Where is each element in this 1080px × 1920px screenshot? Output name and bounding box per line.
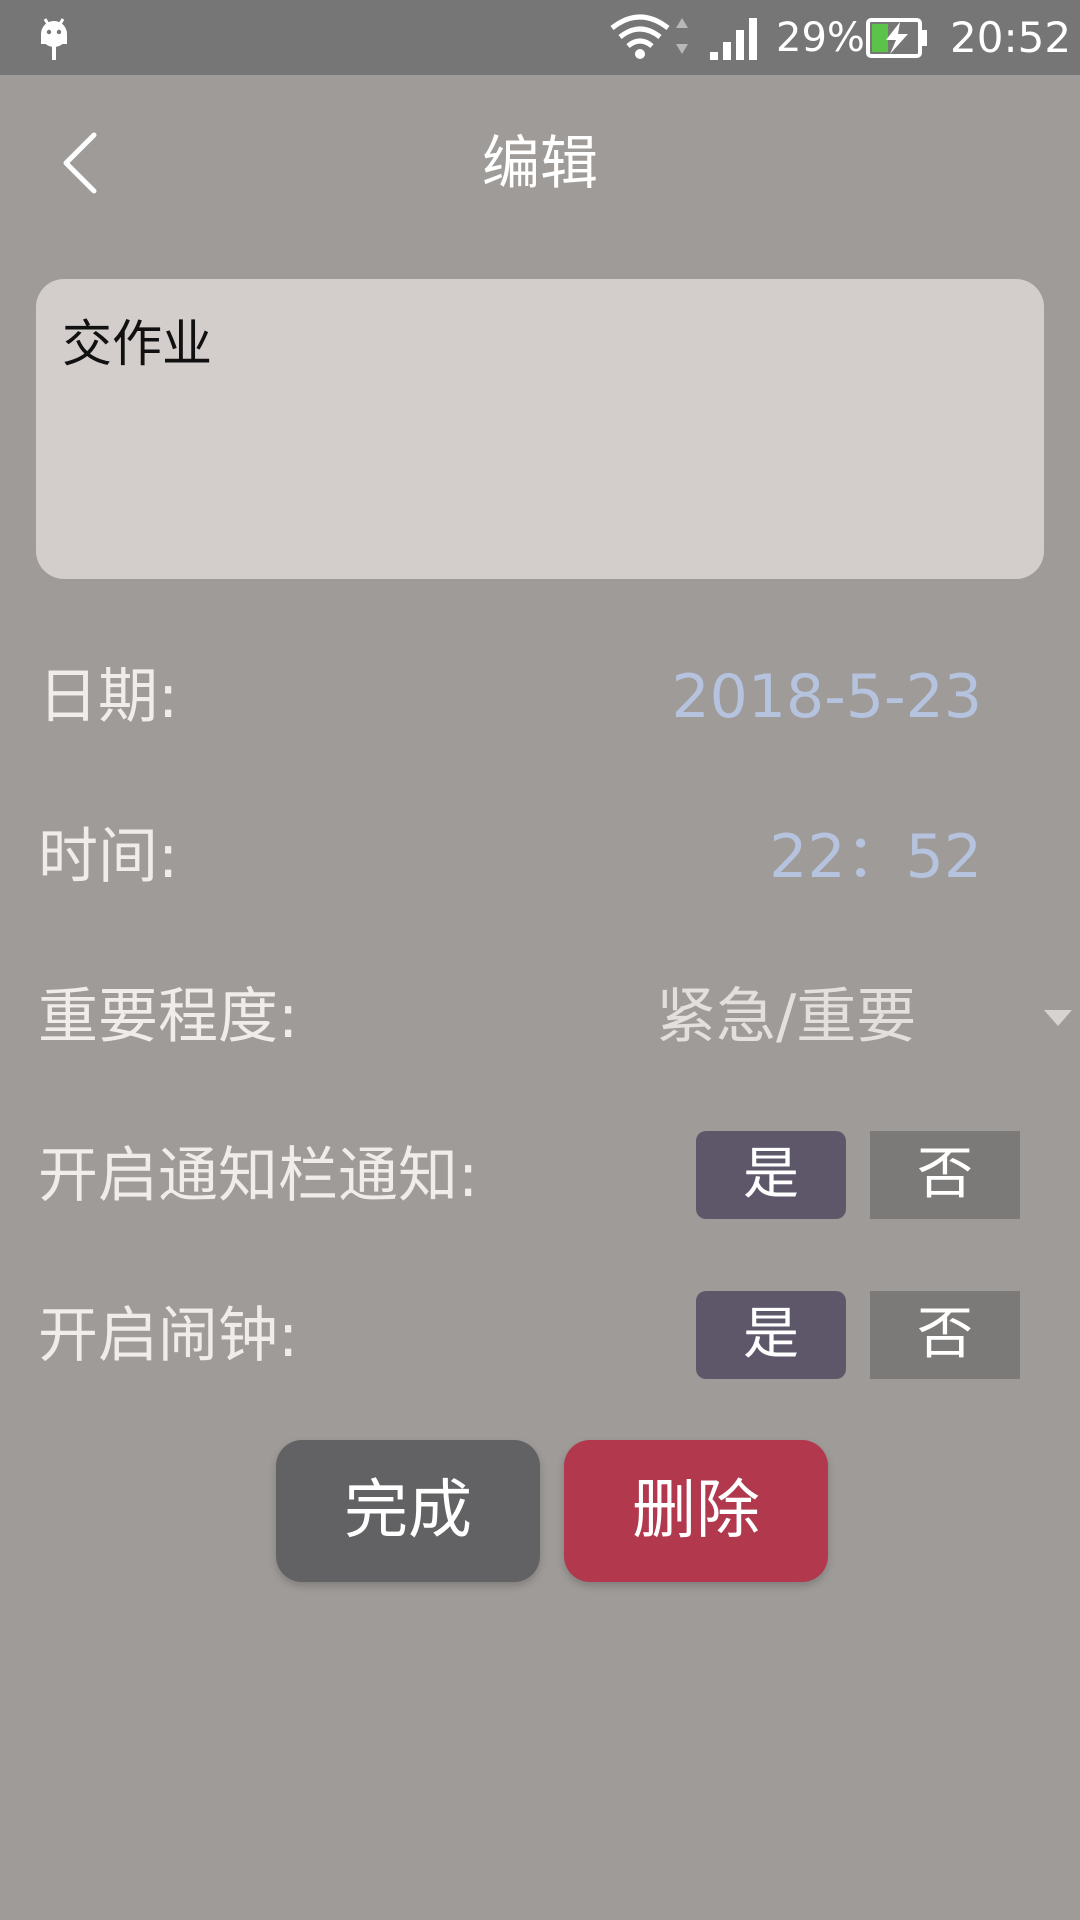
status-bar: 29% 20:52 — [0, 0, 1080, 75]
notify-yes-button[interactable]: 是 — [696, 1131, 846, 1219]
date-value[interactable]: 2018-5-23 — [671, 652, 982, 742]
time-label: 时间: — [38, 822, 179, 892]
priority-dropdown[interactable]: 紧急/重要 — [620, 972, 1072, 1062]
priority-row: 重要程度: 紧急/重要 — [38, 972, 1072, 1062]
alarm-row: 开启闹钟: 是 否 — [38, 1291, 1038, 1381]
dropdown-arrow-icon — [1044, 1010, 1072, 1026]
alarm-no-button[interactable]: 否 — [870, 1291, 1020, 1379]
notify-row: 开启通知栏通知: 是 否 — [38, 1131, 1038, 1221]
time-row: 时间: 22：52 — [38, 812, 1038, 902]
time-value[interactable]: 22：52 — [769, 812, 982, 902]
battery-charging-icon — [866, 18, 927, 58]
date-label: 日期: — [38, 662, 179, 732]
delete-button[interactable]: 删除 — [564, 1440, 828, 1582]
clock: 20:52 — [950, 13, 1072, 62]
notify-no-button[interactable]: 否 — [870, 1131, 1020, 1219]
memo-text-field[interactable]: 交作业 — [36, 279, 1044, 579]
battery-percent: 29% — [776, 15, 865, 61]
notify-label: 开启通知栏通知: — [38, 1141, 479, 1211]
priority-selected-value: 紧急/重要 — [656, 982, 917, 1052]
signal-icon — [710, 18, 757, 60]
priority-label: 重要程度: — [38, 982, 299, 1052]
title-bar: 编辑 — [0, 75, 1080, 245]
done-button[interactable]: 完成 — [276, 1440, 540, 1582]
date-row: 日期: 2018-5-23 — [38, 652, 1038, 742]
alarm-yes-button[interactable]: 是 — [696, 1291, 846, 1379]
android-debug-icon — [41, 18, 67, 60]
page-title: 编辑 — [481, 129, 598, 197]
alarm-label: 开启闹钟: — [38, 1301, 299, 1371]
wifi-icon — [610, 14, 688, 59]
